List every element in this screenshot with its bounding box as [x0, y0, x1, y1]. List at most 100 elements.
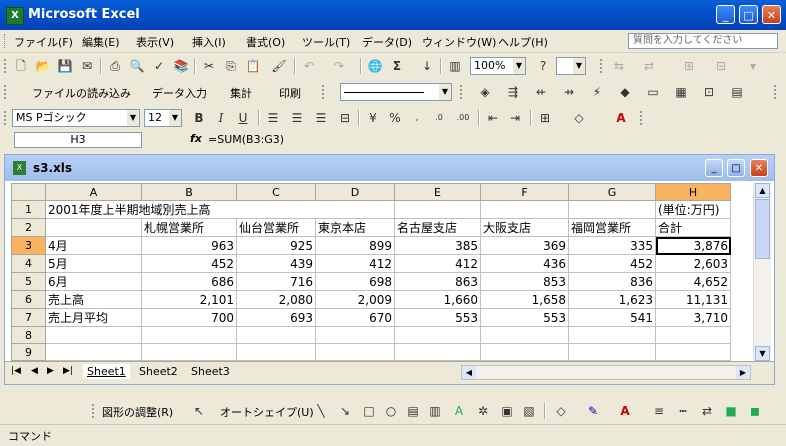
name-box[interactable]: H3	[14, 132, 142, 148]
next-sheet-icon[interactable]: ▶	[47, 366, 54, 376]
bold-icon[interactable]: B	[190, 109, 208, 127]
arrow-style-icon[interactable]: ⇄	[698, 402, 716, 420]
cell[interactable]	[236, 343, 316, 361]
column-header[interactable]: H	[655, 183, 731, 201]
cell[interactable]	[480, 326, 569, 344]
cell[interactable]: 853	[480, 272, 569, 291]
cell[interactable]: 2,101	[141, 290, 237, 309]
cell[interactable]: 1,623	[568, 290, 656, 309]
line-style-icon[interactable]: ≡	[650, 402, 668, 420]
horizontal-scrollbar[interactable]: ◀ ▶	[461, 365, 751, 380]
vertical-scrollbar[interactable]: ▲ ▼	[753, 183, 771, 361]
undo-icon[interactable]: ↶	[300, 57, 318, 75]
cell[interactable]: 693	[236, 308, 316, 327]
underline-icon[interactable]: U	[234, 109, 252, 127]
percent-icon[interactable]: %	[386, 109, 404, 127]
menu-window[interactable]: ウィンドウ(W)	[422, 34, 496, 50]
cell[interactable]: 335	[568, 236, 656, 255]
cell[interactable]: 385	[394, 236, 481, 255]
save-icon[interactable]: 💾	[56, 57, 74, 75]
trace-dependents-icon[interactable]: ⇶	[504, 83, 522, 101]
redo-icon[interactable]: ↷	[330, 57, 348, 75]
align-left-icon[interactable]: ☰	[264, 109, 282, 127]
hyperlink-icon[interactable]: 🌐	[366, 57, 384, 75]
row-header[interactable]: 6	[11, 290, 46, 309]
merge-center-icon[interactable]: ⊟	[336, 109, 354, 127]
menu-file[interactable]: ファイル(F)	[14, 34, 73, 50]
maximize-button[interactable]: □	[739, 5, 758, 24]
workbook-close-button[interactable]: ✕	[750, 159, 768, 177]
cell[interactable]: 11,131	[655, 290, 731, 309]
dash-style-icon[interactable]: ┅	[674, 402, 692, 420]
last-sheet-icon[interactable]: ▶|	[63, 366, 73, 376]
cell[interactable]	[141, 326, 237, 344]
scroll-right-icon[interactable]: ▶	[736, 366, 750, 379]
shadow-icon[interactable]: ■	[722, 402, 740, 420]
currency-icon[interactable]: ¥	[364, 109, 382, 127]
error-check-icon[interactable]: ◆	[616, 83, 634, 101]
circle-invalid-icon[interactable]: ▦	[672, 83, 690, 101]
aggregate-button[interactable]: 集計	[230, 85, 252, 101]
cell[interactable]: 698	[315, 272, 395, 291]
copy-icon[interactable]: ⎘	[222, 57, 240, 75]
cell[interactable]	[480, 343, 569, 361]
autosum-icon[interactable]: Σ	[388, 57, 406, 75]
textbox-icon[interactable]: ▤	[404, 402, 422, 420]
cell[interactable]: 2,080	[236, 290, 316, 309]
select-all-corner[interactable]	[11, 183, 46, 201]
research-icon[interactable]: 📚	[172, 57, 190, 75]
cell[interactable]: 541	[568, 308, 656, 327]
cell[interactable]	[315, 326, 395, 344]
cell[interactable]: 836	[568, 272, 656, 291]
row-header[interactable]: 1	[11, 200, 46, 219]
zoom-select[interactable]: 100% ▼	[470, 57, 526, 75]
row-header[interactable]: 4	[11, 254, 46, 273]
vertical-textbox-icon[interactable]: ▥	[426, 402, 444, 420]
scroll-down-icon[interactable]: ▼	[755, 346, 770, 361]
cell[interactable]: 670	[315, 308, 395, 327]
formula-input[interactable]: =SUM(B3:G3)	[208, 133, 284, 146]
cell-header[interactable]: 札幌営業所	[141, 218, 237, 237]
menu-format[interactable]: 書式(O)	[246, 34, 285, 50]
cell-header[interactable]: 東京本店	[315, 218, 395, 237]
formula-evaluator-icon[interactable]: ▤	[728, 83, 746, 101]
line-style-select[interactable]: ▼	[340, 83, 452, 101]
cell[interactable]: 452	[141, 254, 237, 273]
column-header[interactable]: C	[236, 183, 316, 201]
cell[interactable]: 1,658	[480, 290, 569, 309]
scroll-left-icon[interactable]: ◀	[462, 366, 476, 379]
first-sheet-icon[interactable]: |◀	[11, 366, 21, 376]
cell[interactable]: 716	[236, 272, 316, 291]
italic-icon[interactable]: I	[212, 109, 230, 127]
paste-icon[interactable]: 📋	[244, 57, 262, 75]
draw-adjust-button[interactable]: 図形の調整(R)	[102, 404, 173, 420]
cell[interactable]: 4,652	[655, 272, 731, 291]
font-select[interactable]: MS Pゴシック ▼	[12, 109, 140, 127]
3d-style-icon[interactable]: ◼	[746, 402, 764, 420]
prev-sheet-icon[interactable]: ◀	[31, 366, 38, 376]
font-color-icon[interactable]: A	[612, 109, 630, 127]
row-header[interactable]: 8	[11, 326, 46, 344]
delete-cells-icon[interactable]: ⊟	[712, 57, 730, 75]
cell[interactable]	[236, 326, 316, 344]
cell[interactable]	[45, 326, 142, 344]
new-comment-icon[interactable]: ▭	[644, 83, 662, 101]
comma-style-icon[interactable]: ,	[408, 109, 426, 127]
row-header[interactable]: 5	[11, 272, 46, 291]
oval-icon[interactable]: ○	[382, 402, 400, 420]
compare-icon[interactable]: ⇄	[640, 57, 658, 75]
cell[interactable]: 369	[480, 236, 569, 255]
trace-error-icon[interactable]: ⚡	[588, 83, 606, 101]
increase-indent-icon[interactable]: ⇥	[506, 109, 524, 127]
close-button[interactable]: ✕	[762, 5, 781, 24]
select-objects-icon[interactable]: ↖	[190, 402, 208, 420]
increase-decimal-icon[interactable]: .0	[430, 109, 448, 127]
format-painter-icon[interactable]: 🖌	[270, 57, 288, 75]
cell[interactable]	[568, 200, 656, 219]
column-header[interactable]: D	[315, 183, 395, 201]
diagram-icon[interactable]: ✲	[474, 402, 492, 420]
cell[interactable]: 売上高	[45, 290, 142, 309]
tab-sheet3[interactable]: Sheet3	[187, 364, 234, 379]
tab-sheet2[interactable]: Sheet2	[135, 364, 182, 379]
cell[interactable]: 686	[141, 272, 237, 291]
